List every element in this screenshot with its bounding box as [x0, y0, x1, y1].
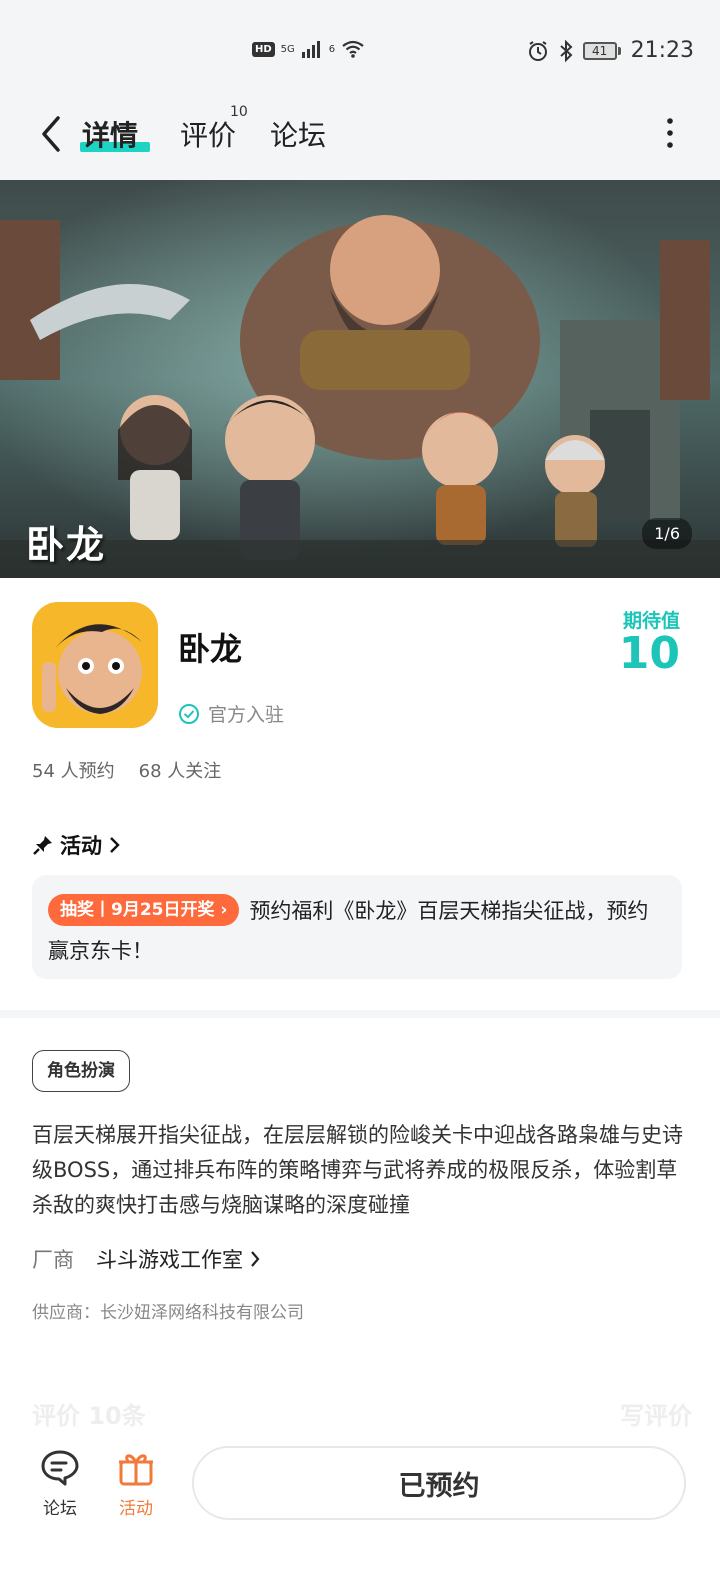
banner-page-counter: 1/6	[642, 518, 692, 549]
bottom-activity-label: 活动	[119, 1499, 153, 1519]
follower-count: 68 人关注	[138, 761, 222, 782]
vendor-name: 斗斗游戏工作室	[96, 1248, 243, 1272]
vendor-label: 厂商	[32, 1248, 74, 1272]
write-review-label: 写评价	[620, 1402, 692, 1430]
tab-forum-label: 论坛	[270, 119, 327, 152]
wifi-generation: 6	[328, 43, 336, 55]
forum-chat-icon	[41, 1450, 79, 1486]
network-type: 5G	[280, 43, 295, 55]
banner-game-logo: 卧龙	[26, 522, 107, 567]
clock: 21:23	[630, 38, 694, 63]
gift-icon	[119, 1454, 153, 1486]
lottery-pill-label: 抽奖丨9月25日开奖	[60, 900, 215, 920]
tab-review[interactable]: 评价 10	[180, 104, 248, 154]
chevron-right-icon	[110, 837, 120, 853]
review-count-badge: 10	[230, 104, 248, 120]
bottom-forum-button[interactable]: 论坛	[30, 1448, 90, 1519]
chevron-right-icon	[251, 1251, 260, 1267]
pin-icon	[33, 836, 52, 855]
top-nav: 详情 评价 10 论坛	[0, 100, 720, 180]
reviews-preview-label: 评价 10条	[32, 1402, 146, 1430]
tab-review-label: 评价	[180, 119, 237, 152]
bottom-forum-label: 论坛	[43, 1499, 77, 1519]
vendor-row[interactable]: 厂商 斗斗游戏工作室	[32, 1244, 261, 1274]
supplier-info: 供应商：长沙妞泽网络科技有限公司	[32, 1303, 304, 1323]
bluetooth-icon	[559, 39, 573, 62]
back-arrow-icon[interactable]	[36, 114, 66, 154]
activity-header-label: 活动	[60, 834, 102, 858]
section-divider	[0, 1010, 720, 1018]
official-label: 官方入驻	[208, 704, 285, 726]
lottery-pill[interactable]: 抽奖丨9月25日开奖 ›	[48, 894, 240, 926]
wifi-icon	[342, 40, 364, 58]
battery-level: 41	[582, 41, 617, 60]
game-description: 百层天梯展开指尖征战，在层层解锁的险峻关卡中迎战各路枭雄与史诗级BOSS，通过排…	[32, 1123, 683, 1217]
banner-artwork	[0, 180, 720, 578]
tab-detail[interactable]: 详情	[80, 114, 150, 154]
reviews-preview-row: 评价 10条 写评价	[32, 1396, 692, 1431]
tab-detail-label: 详情	[82, 119, 139, 152]
activity-card[interactable]: 抽奖丨9月25日开奖 › 预约福利《卧龙》百层天梯指尖征战，预约赢京东卡！	[32, 875, 682, 979]
battery-icon: 41	[582, 41, 621, 60]
game-app-icon	[32, 602, 158, 728]
game-title: 卧龙	[178, 630, 243, 668]
network-indicators: HD 5G 6	[252, 40, 365, 58]
tab-forum[interactable]: 论坛	[270, 114, 326, 154]
expectation-score: 10	[618, 628, 680, 679]
alarm-icon	[528, 40, 547, 61]
banner-carousel[interactable]: 卧龙 1/6	[0, 180, 720, 578]
verified-check-icon	[179, 703, 199, 724]
system-indicators: 41 21:23	[527, 38, 694, 63]
status-bar: HD 5G 6 41 21:23	[0, 0, 720, 100]
official-verified: 官方入驻	[178, 700, 284, 727]
hd-badge: HD	[252, 41, 275, 57]
reserved-button[interactable]: 已预约	[192, 1446, 686, 1520]
signal-icon	[301, 41, 320, 58]
reservation-count: 54 人预约	[32, 761, 115, 782]
activity-header[interactable]: 活动	[32, 830, 122, 860]
bottom-activity-button[interactable]: 活动	[106, 1448, 166, 1519]
game-stats: 54 人预约 68 人关注	[32, 757, 221, 783]
bottom-action-bar: 论坛 活动 已预约	[0, 1430, 720, 1584]
genre-tag[interactable]: 角色扮演	[32, 1050, 130, 1092]
more-vertical-icon[interactable]	[660, 116, 680, 150]
